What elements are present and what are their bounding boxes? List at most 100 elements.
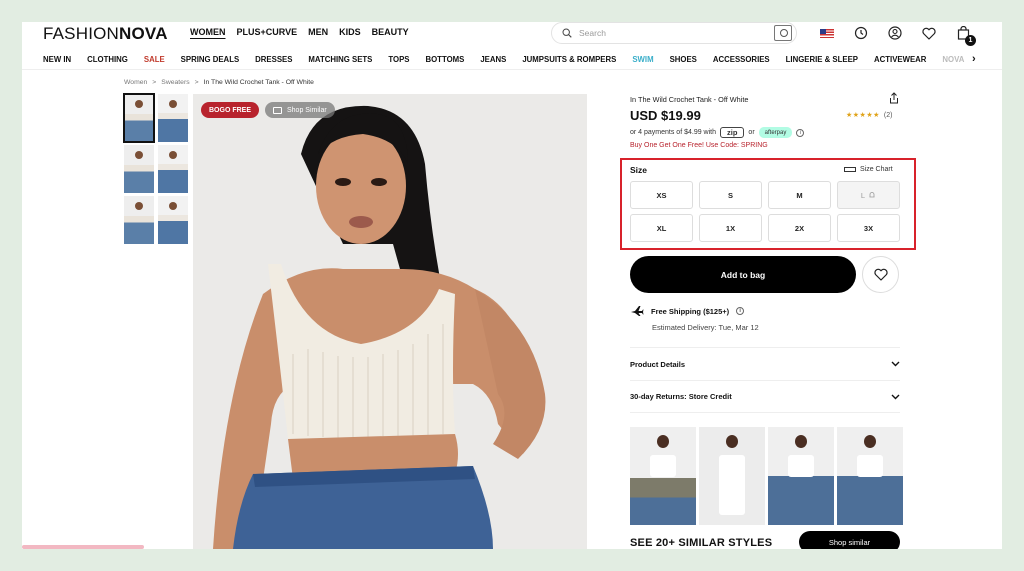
similar-product-2[interactable] — [699, 427, 765, 525]
search-icon — [562, 28, 572, 38]
shop-similar-chip-label: Shop Similar — [287, 106, 327, 114]
breadcrumb: Women > Sweaters > In The Wild Crochet T… — [124, 79, 314, 86]
topnav-plus-curve[interactable]: PLUS+CURVE — [237, 27, 298, 37]
thumbnail-6[interactable] — [158, 196, 188, 244]
zip-logo[interactable]: zip — [720, 127, 745, 138]
product-details-accordion[interactable]: Product Details — [630, 347, 900, 380]
thumbnail-2[interactable] — [158, 94, 188, 142]
size-options: XS S M L XL 1X 2X 3X — [630, 181, 900, 242]
thumbnail-3[interactable] — [124, 145, 154, 193]
category-bottoms[interactable]: BOTTOMS — [425, 55, 464, 64]
topnav-beauty[interactable]: BEAUTY — [372, 27, 409, 37]
model-photo — [193, 94, 587, 549]
category-matching-sets[interactable]: MATCHING SETS — [308, 55, 372, 64]
similar-styles-grid — [630, 427, 903, 525]
size-chart-label: Size Chart — [860, 166, 893, 173]
size-option-3x[interactable]: 3X — [837, 214, 900, 242]
shop-similar-chip[interactable]: Shop Similar — [265, 102, 335, 118]
cart-count-badge: 1 — [965, 35, 976, 46]
topnav-kids[interactable]: KIDS — [339, 27, 361, 37]
ruler-icon — [844, 167, 856, 172]
breadcrumb-sweaters[interactable]: Sweaters — [161, 79, 189, 86]
logo-text-light: FASHION — [43, 24, 120, 43]
category-jeans[interactable]: JEANS — [480, 55, 506, 64]
shipping-title: Free Shipping ($125+) — [651, 306, 730, 316]
category-shoes[interactable]: SHOES — [670, 55, 697, 64]
payments-text: or 4 payments of $4.99 with — [630, 129, 716, 136]
breadcrumb-separator-icon: > — [152, 79, 157, 86]
similar-product-3[interactable] — [768, 427, 834, 525]
main-product-image[interactable]: BOGO FREE Shop Similar — [193, 94, 587, 549]
account-icon[interactable] — [886, 24, 904, 42]
product-rating[interactable]: ★★★★★ (2) — [846, 111, 893, 120]
similar-product-1[interactable] — [630, 427, 696, 525]
thumbnail-1[interactable] — [123, 93, 155, 143]
size-option-l-label: L — [860, 190, 866, 200]
fashionnova-logo[interactable]: FASHION NOVA — [43, 24, 168, 44]
add-to-bag-button[interactable]: Add to bag — [630, 256, 856, 293]
thumbnail-4[interactable] — [158, 145, 188, 193]
us-flag-icon[interactable] — [818, 24, 836, 42]
airplane-icon — [631, 306, 644, 316]
topnav-men[interactable]: MEN — [308, 27, 328, 37]
estimated-delivery: Estimated Delivery: Tue, Mar 12 — [652, 323, 759, 332]
topnav-women[interactable]: WOMEN — [190, 27, 226, 37]
share-icon[interactable] — [888, 92, 900, 104]
bag-icon[interactable]: 1 — [954, 24, 976, 46]
size-option-s[interactable]: S — [699, 181, 762, 209]
size-option-m[interactable]: M — [768, 181, 831, 209]
size-option-xl[interactable]: XL — [630, 214, 693, 242]
page: FASHION NOVA WOMEN PLUS+CURVE MEN KIDS B… — [22, 22, 1002, 549]
category-accessories[interactable]: ACCESSORIES — [713, 55, 770, 64]
category-spring-deals[interactable]: SPRING DEALS — [181, 55, 239, 64]
size-label: Size — [630, 165, 648, 175]
category-sale[interactable]: SALE — [144, 55, 165, 64]
size-option-xs[interactable]: XS — [630, 181, 693, 209]
notify-bell-icon — [869, 192, 875, 198]
size-chart-link[interactable]: Size Chart — [844, 166, 893, 173]
camera-icon — [273, 106, 282, 114]
wishlist-button[interactable] — [862, 256, 899, 293]
info-icon[interactable]: i — [736, 307, 745, 315]
search-bar — [551, 22, 797, 44]
promo-text: Buy One Get One Free! Use Code: SPRING — [630, 142, 768, 149]
thumbnail-gallery — [123, 93, 188, 244]
product-price: USD $19.99 — [630, 108, 701, 123]
size-option-1x[interactable]: 1X — [699, 214, 762, 242]
product-title: In The Wild Crochet Tank - Off White — [630, 95, 749, 104]
chevron-down-icon — [891, 394, 900, 399]
heart-icon[interactable] — [920, 24, 938, 42]
category-tops[interactable]: TOPS — [388, 55, 409, 64]
or-text: or — [748, 129, 755, 136]
category-jumpsuits-rompers[interactable]: JUMPSUITS & ROMPERS — [522, 55, 616, 64]
size-option-2x[interactable]: 2X — [768, 214, 831, 242]
top-navigation: WOMEN PLUS+CURVE MEN KIDS BEAUTY — [190, 27, 409, 37]
afterpay-logo[interactable]: afterpay — [758, 127, 793, 138]
category-clothing[interactable]: CLOTHING — [87, 55, 128, 64]
similar-product-4[interactable] — [837, 427, 903, 525]
breadcrumb-women[interactable]: Women — [124, 79, 147, 86]
promo-tab[interactable] — [22, 545, 144, 549]
category-new-in[interactable]: NEW IN — [43, 55, 71, 64]
similar-styles-title: SEE 20+ SIMILAR STYLES — [630, 537, 773, 549]
size-option-l[interactable]: L — [837, 181, 900, 209]
shop-similar-button[interactable]: Shop similar — [799, 531, 900, 549]
history-icon[interactable] — [852, 24, 870, 42]
rating-stars-icon: ★★★★★ — [846, 112, 880, 119]
returns-accordion[interactable]: 30-day Returns: Store Credit — [630, 380, 900, 413]
chevron-right-icon[interactable]: › — [970, 53, 976, 65]
camera-search-icon[interactable] — [774, 25, 792, 41]
header-divider — [22, 69, 1002, 70]
breadcrumb-current: In The Wild Crochet Tank - Off White — [203, 79, 314, 86]
search-input[interactable] — [579, 28, 749, 38]
category-activewear[interactable]: ACTIVEWEAR — [874, 55, 926, 64]
thumbnail-5[interactable] — [124, 196, 154, 244]
breadcrumb-separator-icon: > — [194, 79, 199, 86]
returns-label: 30-day Returns: Store Credit — [630, 392, 732, 401]
category-swim[interactable]: SWIM — [632, 55, 653, 64]
info-icon[interactable]: i — [796, 128, 805, 137]
category-dresses[interactable]: DRESSES — [255, 55, 292, 64]
category-nova[interactable]: NOVA — [942, 55, 964, 64]
category-lingerie-sleep[interactable]: LINGERIE & SLEEP — [786, 55, 858, 64]
rating-count: (2) — [883, 111, 893, 119]
